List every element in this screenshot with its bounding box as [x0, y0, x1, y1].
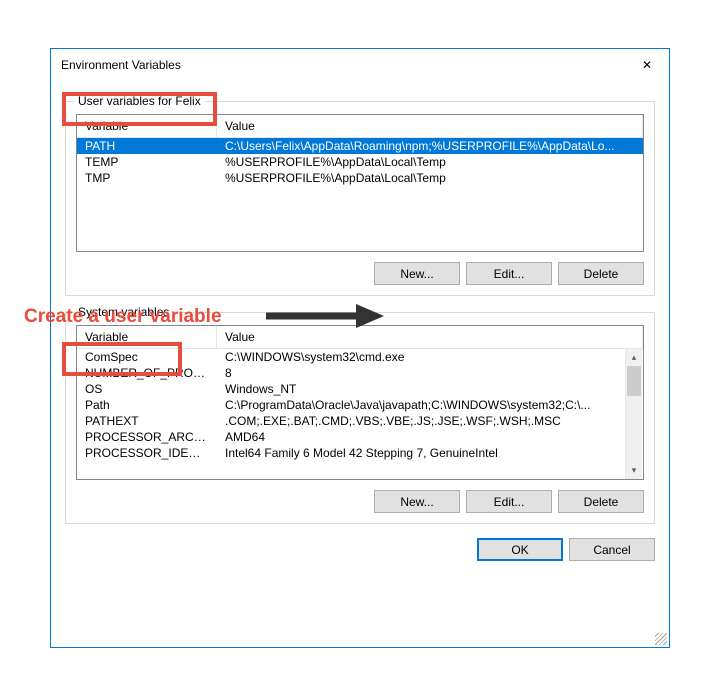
user-new-button[interactable]: New...: [374, 262, 460, 285]
user-button-row: New... Edit... Delete: [76, 262, 644, 285]
column-value[interactable]: Value: [217, 326, 643, 348]
ok-button[interactable]: OK: [477, 538, 563, 561]
cell-value: %USERPROFILE%\AppData\Local\Temp: [217, 170, 643, 186]
user-variables-list[interactable]: Variable Value PATH C:\Users\Felix\AppDa…: [76, 114, 644, 252]
cell-variable: PATH: [77, 138, 217, 154]
list-body: PATH C:\Users\Felix\AppData\Roaming\npm;…: [77, 138, 643, 186]
system-variables-label: System variables: [74, 305, 173, 319]
cell-variable: OS: [77, 381, 217, 397]
titlebar: Environment Variables ✕: [51, 49, 669, 81]
table-row[interactable]: NUMBER_OF_PROCESSORS 8: [77, 365, 643, 381]
cell-variable: NUMBER_OF_PROCESSORS: [77, 365, 217, 381]
column-value[interactable]: Value: [217, 115, 643, 137]
system-variables-group: System variables Variable Value ComSpec …: [65, 312, 655, 524]
environment-variables-dialog: Environment Variables ✕ User variables f…: [50, 48, 670, 648]
user-variables-group: User variables for Felix Variable Value …: [65, 101, 655, 296]
table-row[interactable]: Path C:\ProgramData\Oracle\Java\javapath…: [77, 397, 643, 413]
cell-variable: ComSpec: [77, 349, 217, 365]
system-delete-button[interactable]: Delete: [558, 490, 644, 513]
list-body: ComSpec C:\WINDOWS\system32\cmd.exe NUMB…: [77, 349, 643, 461]
cell-value: 8: [217, 365, 643, 381]
cancel-button[interactable]: Cancel: [569, 538, 655, 561]
table-row[interactable]: OS Windows_NT: [77, 381, 643, 397]
system-button-row: New... Edit... Delete: [76, 490, 644, 513]
cell-value: Intel64 Family 6 Model 42 Stepping 7, Ge…: [217, 445, 643, 461]
cell-variable: TMP: [77, 170, 217, 186]
scrollbar-up-icon[interactable]: ▴: [626, 349, 642, 366]
close-icon: ✕: [642, 58, 652, 72]
cell-value: C:\ProgramData\Oracle\Java\javapath;C:\W…: [217, 397, 643, 413]
system-edit-button[interactable]: Edit...: [466, 490, 552, 513]
cell-variable: PROCESSOR_ARCHITECTURE: [77, 429, 217, 445]
dialog-content: User variables for Felix Variable Value …: [51, 81, 669, 647]
table-row[interactable]: TEMP %USERPROFILE%\AppData\Local\Temp: [77, 154, 643, 170]
cell-variable: PATHEXT: [77, 413, 217, 429]
list-header[interactable]: Variable Value: [77, 115, 643, 138]
cell-variable: PROCESSOR_IDENTIFIER: [77, 445, 217, 461]
close-button[interactable]: ✕: [633, 55, 661, 75]
cell-value: C:\Users\Felix\AppData\Roaming\npm;%USER…: [217, 138, 643, 154]
user-edit-button[interactable]: Edit...: [466, 262, 552, 285]
user-variables-label: User variables for Felix: [74, 94, 205, 108]
column-variable[interactable]: Variable: [77, 115, 217, 137]
system-variables-list[interactable]: Variable Value ComSpec C:\WINDOWS\system…: [76, 325, 644, 480]
dialog-bottom-row: OK Cancel: [65, 524, 655, 561]
user-delete-button[interactable]: Delete: [558, 262, 644, 285]
table-row[interactable]: ComSpec C:\WINDOWS\system32\cmd.exe: [77, 349, 643, 365]
scrollbar[interactable]: ▴ ▾: [625, 349, 642, 479]
cell-value: AMD64: [217, 429, 643, 445]
scrollbar-thumb[interactable]: [627, 366, 641, 396]
cell-value: C:\WINDOWS\system32\cmd.exe: [217, 349, 643, 365]
scrollbar-down-icon[interactable]: ▾: [626, 462, 642, 479]
table-row[interactable]: PROCESSOR_ARCHITECTURE AMD64: [77, 429, 643, 445]
table-row[interactable]: PATHEXT .COM;.EXE;.BAT;.CMD;.VBS;.VBE;.J…: [77, 413, 643, 429]
cell-value: %USERPROFILE%\AppData\Local\Temp: [217, 154, 643, 170]
column-variable[interactable]: Variable: [77, 326, 217, 348]
table-row[interactable]: TMP %USERPROFILE%\AppData\Local\Temp: [77, 170, 643, 186]
cell-variable: Path: [77, 397, 217, 413]
table-row[interactable]: PROCESSOR_IDENTIFIER Intel64 Family 6 Mo…: [77, 445, 643, 461]
dialog-title: Environment Variables: [61, 58, 181, 72]
system-new-button[interactable]: New...: [374, 490, 460, 513]
list-header[interactable]: Variable Value: [77, 326, 643, 349]
cell-value: .COM;.EXE;.BAT;.CMD;.VBS;.VBE;.JS;.JSE;.…: [217, 413, 643, 429]
table-row[interactable]: PATH C:\Users\Felix\AppData\Roaming\npm;…: [77, 138, 643, 154]
cell-value: Windows_NT: [217, 381, 643, 397]
resize-grip-icon[interactable]: [655, 633, 667, 645]
cell-variable: TEMP: [77, 154, 217, 170]
